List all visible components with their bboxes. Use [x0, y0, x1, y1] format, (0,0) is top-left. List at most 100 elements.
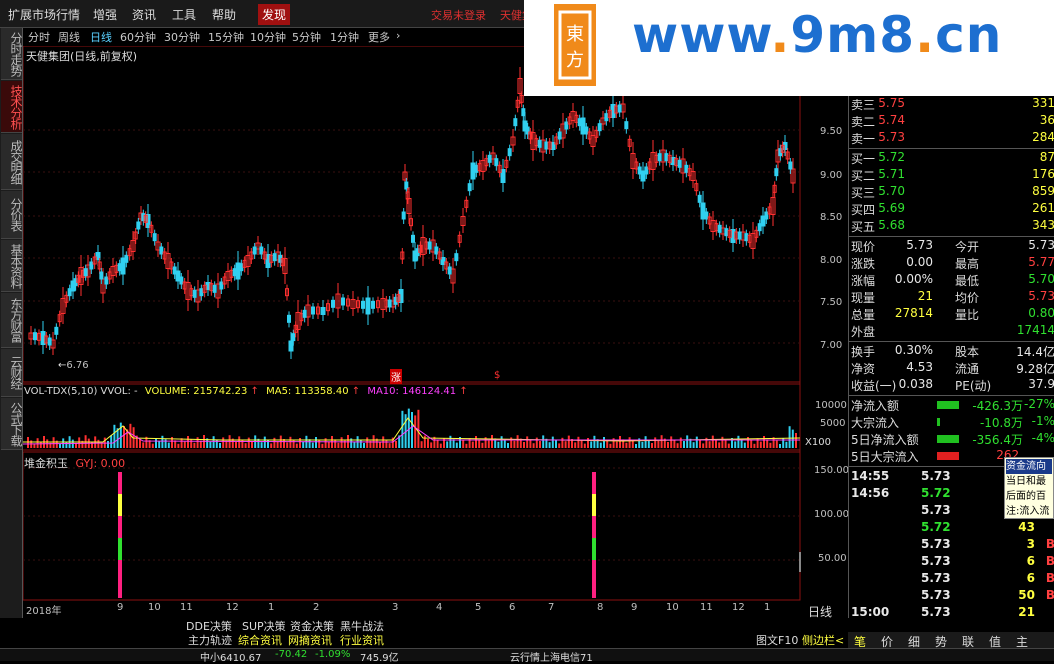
volume-bar: [695, 436, 698, 448]
volume-bar: [78, 437, 81, 448]
candle-body: [341, 297, 345, 306]
volume-bar: [39, 441, 42, 448]
sidebar-tab-timeshare[interactable]: 分时走势: [1, 28, 23, 80]
volume-scale-label: X100: [805, 437, 831, 448]
tick-time: 14:56: [851, 486, 890, 500]
menu-item-tools[interactable]: 工具: [172, 6, 196, 23]
bid-price: 5.68: [878, 218, 905, 232]
tab-digest[interactable]: 网摘资讯: [288, 632, 332, 648]
tab-industry[interactable]: 行业资讯: [340, 632, 384, 648]
sidebar-tab-technical[interactable]: 技术分析: [1, 81, 23, 133]
volume-bar: [692, 442, 695, 448]
sidebar-tab-formula[interactable]: 公式下载: [1, 398, 23, 450]
gyj-indicator-name[interactable]: 堆金积玉: [24, 457, 68, 470]
menu-item-extended-market[interactable]: 扩展市场行情: [8, 6, 80, 23]
sidebar-toggle-button[interactable]: 侧边栏<: [802, 632, 844, 648]
sidebar-tab-price-table[interactable]: 分价表: [1, 191, 23, 239]
kline-chart-area[interactable]: [23, 46, 848, 618]
candle-body: [447, 266, 452, 275]
menu-item-discover[interactable]: 发现: [258, 4, 291, 25]
volume-bar: [244, 443, 247, 448]
fund-flow-tooltip: 资金流向 当日和最 后面的百 注:流入流: [1004, 457, 1054, 519]
period-60min[interactable]: 60分钟: [120, 29, 156, 45]
chart-f10-button[interactable]: 图文F10: [756, 632, 798, 648]
stat-value: 0.80: [1028, 306, 1054, 320]
candle-body: [47, 337, 52, 346]
volume-bar: [475, 436, 477, 448]
period-15min[interactable]: 15分钟: [208, 29, 244, 45]
candle-body: [724, 228, 729, 237]
candle-body: [311, 306, 315, 315]
volume-bar: [507, 443, 509, 448]
volume-bar: [235, 442, 237, 448]
candle-body: [136, 221, 141, 230]
candle-body: [219, 281, 224, 290]
candle-body: [401, 211, 406, 220]
connection-status[interactable]: 云行情上海电信71: [510, 649, 593, 664]
chevron-right-icon[interactable]: ›: [396, 29, 400, 42]
candle-body: [67, 288, 72, 297]
period-1min[interactable]: 1分钟: [330, 29, 359, 45]
period-day[interactable]: 日线: [90, 29, 112, 45]
tick-price: 5.73: [921, 571, 951, 585]
period-30min[interactable]: 30分钟: [164, 29, 200, 45]
volume-bar: [97, 439, 100, 448]
flow-bar: [937, 418, 940, 426]
sidebar-tab-profile[interactable]: 基本资料: [1, 240, 23, 292]
period-5min[interactable]: 5分钟: [292, 29, 321, 45]
sidebar-tab-eastmoney[interactable]: 东方财富: [1, 293, 23, 348]
x-tick-label: 1: [764, 602, 771, 613]
period-more[interactable]: 更多: [368, 29, 390, 45]
volume-bar: [388, 443, 391, 448]
volume-bar: [142, 442, 145, 448]
menu-item-enhance[interactable]: 增强: [93, 6, 117, 23]
bid-price: 5.72: [878, 150, 905, 164]
gyj-bar: [118, 494, 122, 516]
sidebar-tab-trades[interactable]: 成交明细: [1, 134, 23, 190]
volume-bar: [100, 443, 103, 448]
period-10min[interactable]: 10分钟: [250, 29, 286, 45]
candle-body: [272, 253, 277, 262]
menu-item-help[interactable]: 帮助: [212, 6, 236, 23]
candle-body: [454, 253, 459, 262]
stat-value: 0.30%: [894, 343, 933, 357]
flow-pct: -4%: [1031, 431, 1054, 445]
volume-bar: [321, 443, 324, 448]
menu-item-news[interactable]: 资讯: [132, 6, 156, 23]
volume-bar: [187, 436, 189, 448]
period-week[interactable]: 周线: [58, 29, 80, 45]
watermark-logo: 東 方 www.9m8.cn: [524, 0, 1054, 96]
volume-bar: [657, 440, 660, 448]
login-status[interactable]: 交易未登录: [431, 7, 486, 23]
period-bar: 分时 周线 日线 60分钟 30分钟 15分钟 10分钟 5分钟 1分钟 更多 …: [24, 28, 524, 46]
sidebar-tab-yuncaijing[interactable]: 云财经: [1, 349, 23, 397]
gyj-bar: [592, 472, 596, 494]
tick-bs: B: [1045, 554, 1054, 568]
gyj-bar: [118, 560, 122, 598]
gyj-bar: [592, 494, 596, 516]
candle-body: [361, 300, 365, 309]
tab-news[interactable]: 综合资讯: [238, 632, 282, 648]
volume-bar: [212, 436, 215, 448]
period-timeshare[interactable]: 分时: [28, 29, 50, 45]
flow-pct: -27%: [1023, 397, 1054, 411]
flow-value: -10.8万: [979, 416, 1023, 430]
stat-value: 27814: [894, 306, 933, 320]
y-tick-label: 7.00: [820, 340, 843, 351]
tab-main-track[interactable]: 主力轨迹: [188, 632, 232, 648]
volume-bar: [327, 441, 330, 448]
volume-indicator-name[interactable]: VOL-TDX(5,10) VVOL: -: [24, 386, 138, 397]
volume-bar: [340, 437, 343, 448]
volume-header: VOL-TDX(5,10) VVOL: - VOLUME: 215742.23 …: [24, 386, 468, 397]
stat-value: 5.70: [1028, 272, 1054, 286]
y-tick-label: 7.50: [820, 297, 843, 308]
volume-bar: [542, 435, 545, 448]
tick-volume: 50: [1018, 588, 1035, 602]
gyj-bar: [118, 472, 122, 494]
volume-ma10: MA10: 146124.41: [367, 386, 457, 397]
flow-value: -356.4万: [972, 433, 1023, 447]
gyj-marker: [799, 552, 801, 572]
volume-bar: [219, 443, 221, 448]
volume-bar: [471, 441, 474, 448]
volume-bar: [36, 438, 39, 448]
